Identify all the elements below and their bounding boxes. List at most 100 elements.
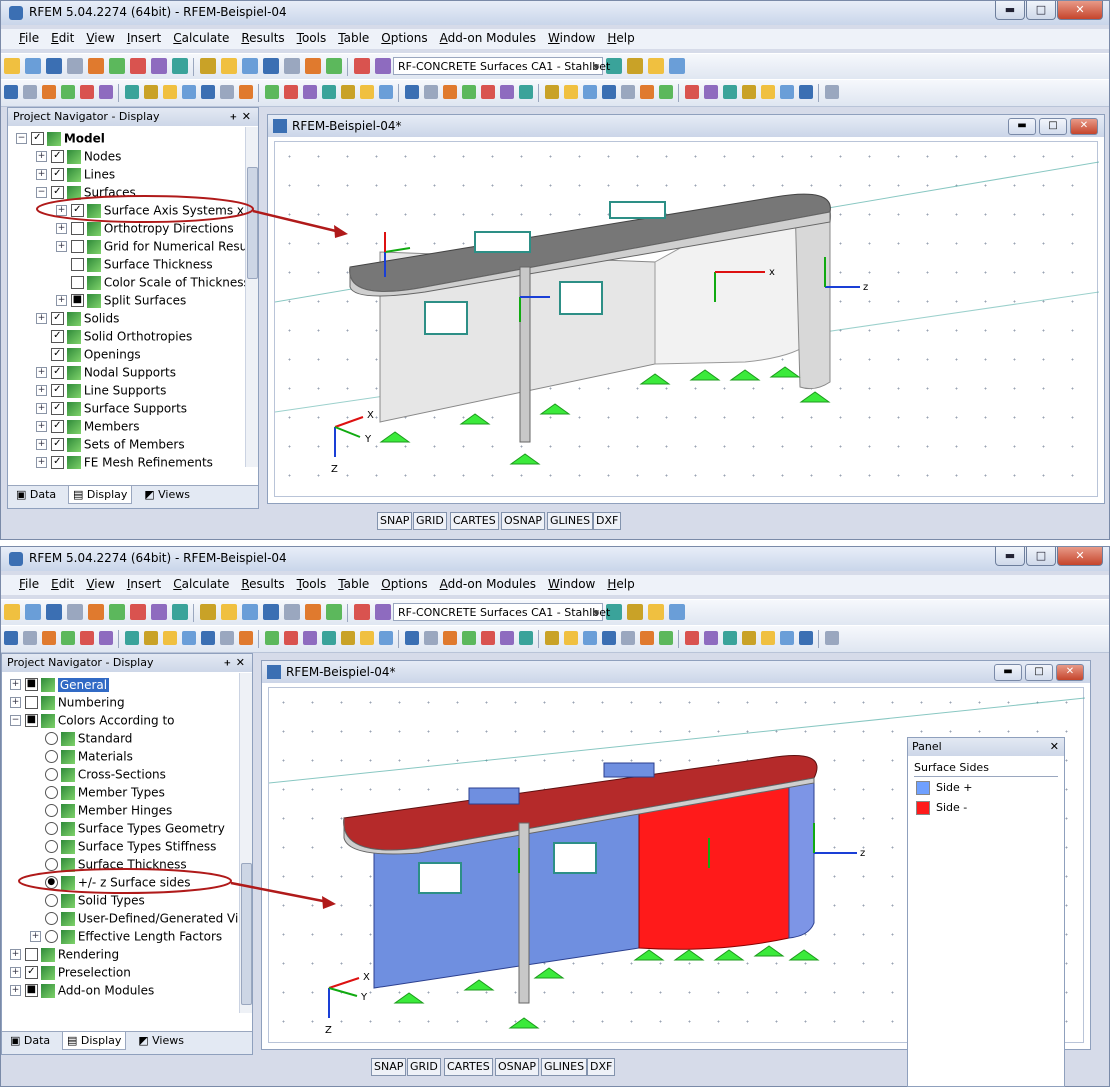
render-icon[interactable] [125, 85, 139, 99]
undo-icon[interactable] [621, 85, 635, 99]
radio-button[interactable] [44, 732, 58, 745]
menu-edit[interactable]: Edit [45, 29, 80, 47]
menu-results[interactable]: Results [235, 575, 290, 593]
menu-table[interactable]: Table [332, 575, 375, 593]
undo-icon[interactable] [825, 85, 839, 99]
close-icon[interactable]: ✕ [242, 108, 251, 126]
select-icon[interactable] [659, 85, 673, 99]
navigator-scrollbar[interactable] [245, 127, 258, 467]
tab-display[interactable]: ▤ Display [61, 1032, 127, 1050]
zoom-icon[interactable] [375, 58, 391, 74]
select-icon[interactable] [61, 85, 75, 99]
menu-insert[interactable]: Insert [121, 575, 167, 593]
tree-item[interactable]: + ✓ FE Mesh Refinements [8, 453, 246, 469]
addon-module-combo[interactable]: RF-CONCRETE Surfaces CA1 - Stahlbet [393, 57, 610, 76]
undo-icon[interactable] [305, 604, 321, 620]
render-icon[interactable] [627, 58, 643, 74]
zoom-icon[interactable] [80, 631, 94, 645]
tab-display[interactable]: ▤ Display [67, 486, 133, 504]
redo-icon[interactable] [239, 85, 253, 99]
radio-button[interactable] [44, 768, 58, 781]
radio-button[interactable] [44, 804, 58, 817]
zoom-icon[interactable] [481, 85, 495, 99]
checkbox[interactable]: ■ [24, 678, 38, 691]
scrollbar-thumb[interactable] [247, 167, 258, 279]
expand-icon[interactable]: + [10, 967, 21, 978]
rfem-app-icon[interactable] [9, 6, 23, 20]
redo-icon[interactable] [443, 85, 457, 99]
new-icon[interactable] [545, 85, 559, 99]
render-icon[interactable] [200, 604, 216, 620]
cartes-button[interactable]: CARTES [450, 512, 499, 530]
select-icon[interactable] [354, 604, 370, 620]
save-icon[interactable] [379, 85, 393, 99]
tree-item[interactable]: + ✓ Nodes [8, 147, 246, 165]
checkbox[interactable]: ■ [24, 984, 38, 997]
save-icon[interactable] [182, 85, 196, 99]
menu-window[interactable]: Window [542, 575, 601, 593]
glines-button[interactable]: GLINES [541, 1058, 588, 1076]
view-icon[interactable] [99, 631, 113, 645]
minimize-button[interactable]: ▬ [995, 1, 1025, 20]
tree-item[interactable]: + ✓ Preselection [2, 963, 240, 981]
render-icon[interactable] [519, 631, 533, 645]
tree-item[interactable]: ✓ Solid Orthotropies [8, 327, 246, 345]
zoom-icon[interactable] [685, 85, 699, 99]
open-icon[interactable] [564, 85, 578, 99]
select-icon[interactable] [265, 85, 279, 99]
close-button[interactable]: ✕ [1057, 1, 1103, 20]
expand-icon[interactable]: + [36, 403, 47, 414]
tree-item[interactable]: + ✓ Lines [8, 165, 246, 183]
tree-item[interactable]: Materials [2, 747, 240, 765]
expand-icon[interactable]: + [36, 457, 47, 468]
new-icon[interactable] [4, 58, 20, 74]
model-view-canvas[interactable]: Z X Y z x [274, 141, 1100, 497]
expand-icon[interactable]: + [36, 421, 47, 432]
tree-item[interactable]: Member Hinges [2, 801, 240, 819]
expand-icon[interactable]: + [36, 169, 47, 180]
expand-icon[interactable]: + [10, 985, 21, 996]
new-icon[interactable] [4, 604, 20, 620]
tree-item[interactable]: + ✓ Line Supports [8, 381, 246, 399]
undo-icon[interactable] [23, 85, 37, 99]
expand-icon[interactable]: + [36, 151, 47, 162]
print-icon[interactable] [4, 85, 18, 99]
addon-module-combo[interactable]: RF-CONCRETE Surfaces CA1 - Stahlbet [393, 603, 610, 622]
open-icon[interactable] [669, 58, 685, 74]
render-icon[interactable] [723, 631, 737, 645]
minimize-button[interactable]: ▬ [994, 664, 1022, 681]
new-icon[interactable] [742, 85, 756, 99]
zoom-icon[interactable] [151, 604, 167, 620]
print-icon[interactable] [4, 631, 18, 645]
redo-icon[interactable] [640, 85, 654, 99]
checkbox[interactable]: ✓ [50, 456, 64, 469]
panel-header[interactable]: Panel ✕ [908, 738, 1064, 756]
tab-views[interactable]: ◩ Views [140, 486, 194, 503]
model-window-header[interactable]: RFEM-Beispiel-04* ▬ □ ✕ [268, 115, 1104, 137]
glines-button[interactable]: GLINES [547, 512, 594, 530]
print-icon[interactable] [67, 604, 83, 620]
checkbox[interactable]: ✓ [50, 366, 64, 379]
new-icon[interactable] [144, 631, 158, 645]
render-icon[interactable] [322, 631, 336, 645]
menu-addon-modules[interactable]: Add-on Modules [434, 575, 542, 593]
undo-icon[interactable] [88, 604, 104, 620]
select-icon[interactable] [130, 604, 146, 620]
undo-icon[interactable] [621, 631, 635, 645]
new-icon[interactable] [221, 58, 237, 74]
tree-item[interactable]: + ✓ Solids [8, 309, 246, 327]
print-icon[interactable] [284, 604, 300, 620]
new-icon[interactable] [648, 604, 664, 620]
select-icon[interactable] [354, 58, 370, 74]
print-icon[interactable] [284, 58, 300, 74]
zoom-icon[interactable] [151, 58, 167, 74]
checkbox[interactable] [70, 222, 84, 235]
view-icon[interactable] [172, 58, 188, 74]
print-icon[interactable] [201, 631, 215, 645]
osnap-button[interactable]: OSNAP [495, 1058, 540, 1076]
save-icon[interactable] [263, 604, 279, 620]
radio-button[interactable] [44, 930, 58, 943]
expand-icon[interactable]: + [36, 385, 47, 396]
menu-addon-modules[interactable]: Add-on Modules [434, 29, 542, 47]
tree-item[interactable]: + ✓ Members [8, 417, 246, 435]
